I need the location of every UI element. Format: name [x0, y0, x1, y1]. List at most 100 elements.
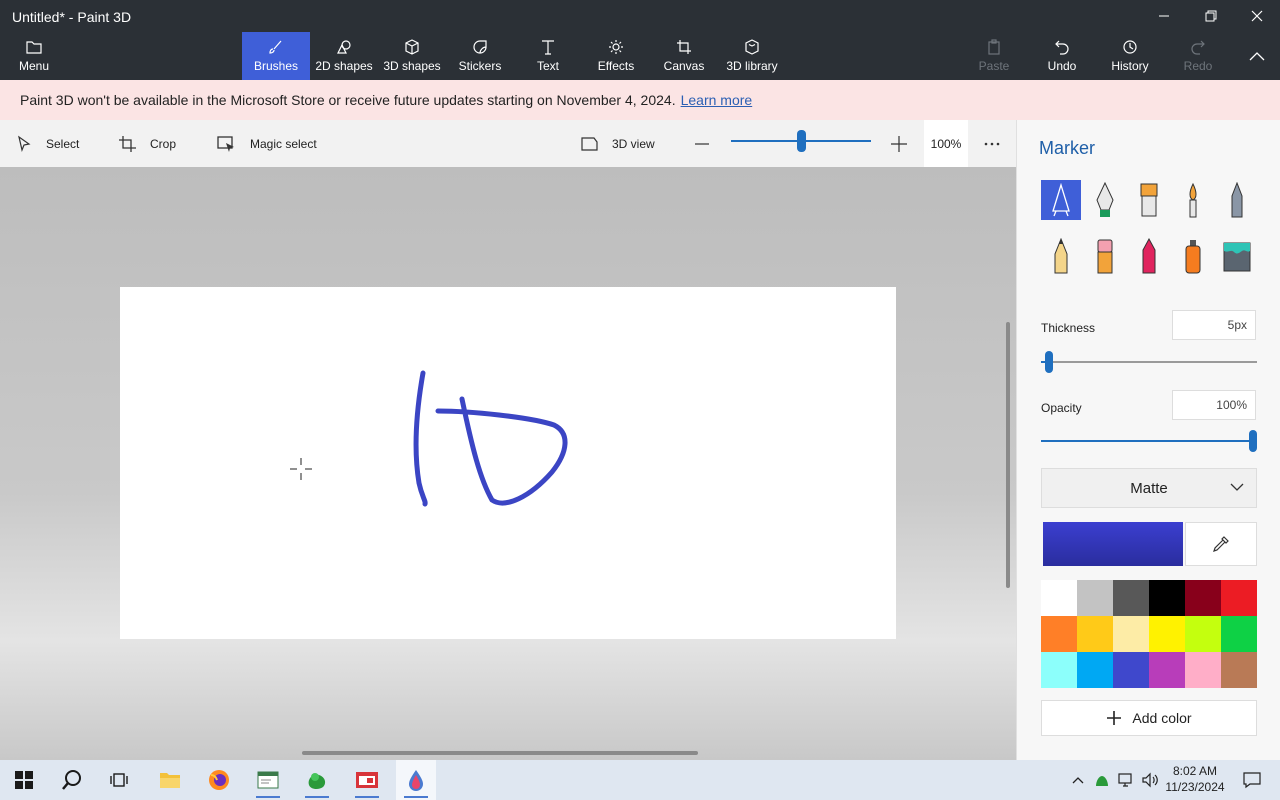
brush-panel: Marker Thickness 5px Opacity 100% Matte … [1016, 120, 1280, 760]
undo-button[interactable]: Undo [1040, 32, 1084, 80]
learn-more-link[interactable]: Learn more [681, 92, 753, 108]
tool-text[interactable]: Text [528, 32, 568, 80]
brush-marker[interactable] [1041, 180, 1081, 220]
restore-button[interactable] [1188, 0, 1234, 32]
clock[interactable]: 8:02 AM 11/23/2024 [1160, 763, 1230, 795]
zoom-out-button[interactable] [694, 120, 722, 167]
brush-crayon[interactable] [1129, 236, 1169, 276]
redo-icon [1191, 40, 1205, 55]
brush-eraser[interactable] [1085, 236, 1125, 276]
palette-swatch[interactable] [1041, 652, 1077, 688]
thickness-slider-thumb[interactable] [1045, 351, 1053, 373]
more-options-button[interactable] [984, 120, 1014, 167]
brush-stroke [435, 396, 568, 506]
tool-3d-shapes[interactable]: 3D shapes [380, 32, 444, 80]
collapse-ribbon-button[interactable] [1234, 38, 1280, 74]
brush-pixel-pen[interactable] [1217, 180, 1257, 220]
brush-watercolor[interactable] [1173, 180, 1213, 220]
horizontal-scrollbar[interactable] [302, 751, 698, 755]
paste-button[interactable]: Paste [972, 32, 1016, 80]
history-button[interactable]: History [1106, 32, 1154, 80]
tool-label: Brushes [253, 59, 299, 73]
palette-swatch[interactable] [1221, 652, 1257, 688]
thickness-label: Thickness [1041, 321, 1096, 335]
brush-pencil[interactable] [1041, 236, 1081, 276]
paste-icon [988, 39, 1000, 55]
minimize-button[interactable] [1141, 0, 1187, 32]
zoom-in-button[interactable] [890, 120, 920, 167]
palette-swatch[interactable] [1077, 580, 1113, 616]
panel-title: Marker [1039, 138, 1096, 158]
zoom-percent[interactable]: 100% [924, 120, 968, 167]
tool-2d-shapes[interactable]: 2D shapes [312, 32, 376, 80]
tool-effects[interactable]: Effects [592, 32, 640, 80]
opacity-input[interactable]: 100% [1172, 390, 1256, 420]
drawing-canvas[interactable] [120, 287, 896, 639]
tray-app-icon-button[interactable] [1092, 760, 1112, 800]
start-button[interactable] [4, 760, 44, 800]
finish-dropdown[interactable]: Matte [1041, 468, 1257, 508]
tool-label: 3D shapes [383, 59, 441, 73]
notepad-button[interactable] [248, 760, 288, 800]
crop-icon [119, 135, 136, 152]
window-title: Untitled* - Paint 3D [12, 9, 132, 25]
palette-swatch[interactable] [1041, 580, 1077, 616]
eyedropper-button[interactable] [1185, 522, 1257, 566]
select-button[interactable]: Select [16, 120, 79, 167]
search-button[interactable] [52, 760, 92, 800]
tool-3d-library[interactable]: 3D library [722, 32, 782, 80]
current-color-swatch[interactable] [1043, 522, 1183, 566]
crop-button[interactable]: Crop [118, 120, 176, 167]
thickness-input[interactable]: 5px [1172, 310, 1256, 340]
slideshow-app-button[interactable] [347, 760, 387, 800]
palette-swatch[interactable] [1185, 652, 1221, 688]
palette-swatch[interactable] [1185, 580, 1221, 616]
palette-swatch[interactable] [1113, 616, 1149, 652]
tool-stickers[interactable]: Stickers [452, 32, 508, 80]
tool-canvas[interactable]: Canvas [660, 32, 708, 80]
palette-swatch[interactable] [1185, 616, 1221, 652]
zoom-slider-thumb[interactable] [797, 130, 806, 152]
3d-view-button[interactable]: 3D view [580, 120, 655, 167]
notifications-button[interactable] [1232, 760, 1272, 800]
palette-swatch[interactable] [1113, 652, 1149, 688]
firefox-button[interactable] [199, 760, 239, 800]
palette-swatch[interactable] [1113, 580, 1149, 616]
tool-brushes[interactable]: Brushes [242, 32, 310, 80]
brush-fill[interactable] [1217, 236, 1257, 276]
palette-swatch[interactable] [1149, 652, 1185, 688]
volume-button[interactable] [1140, 760, 1160, 800]
show-hidden-icons-button[interactable] [1068, 760, 1088, 800]
opacity-slider-thumb[interactable] [1249, 430, 1257, 452]
opacity-slider[interactable] [1041, 430, 1257, 452]
watercolor-icon [1189, 182, 1197, 218]
magic-select-button[interactable]: Magic select [216, 120, 317, 167]
thickness-slider[interactable] [1041, 351, 1257, 373]
task-view-button[interactable] [100, 760, 140, 800]
clock-time: 8:02 AM [1172, 764, 1218, 778]
palette-swatch[interactable] [1221, 616, 1257, 652]
add-color-button[interactable]: Add color [1041, 700, 1257, 736]
paint-3d-button[interactable] [396, 760, 436, 800]
palette-swatch[interactable] [1041, 616, 1077, 652]
network-button[interactable] [1116, 760, 1138, 800]
chevron-down-icon [1230, 483, 1244, 491]
palette-swatch[interactable] [1077, 616, 1113, 652]
brush-oil[interactable] [1129, 180, 1169, 220]
brush-spray-can[interactable] [1173, 236, 1213, 276]
palette-swatch[interactable] [1221, 580, 1257, 616]
magic-select-icon [217, 135, 234, 152]
file-explorer-button[interactable] [150, 760, 190, 800]
crosshair-cursor-icon [290, 458, 312, 480]
vertical-scrollbar[interactable] [1006, 322, 1010, 588]
menu-button[interactable]: Menu [10, 36, 58, 84]
palette-swatch[interactable] [1149, 616, 1185, 652]
close-button[interactable] [1234, 0, 1280, 32]
palette-swatch[interactable] [1149, 580, 1185, 616]
cursor-icon [18, 135, 31, 152]
brush-calligraphy-pen[interactable] [1085, 180, 1125, 220]
app-button[interactable] [297, 760, 337, 800]
task-view-icon [110, 773, 128, 787]
redo-button[interactable]: Redo [1176, 32, 1220, 80]
palette-swatch[interactable] [1077, 652, 1113, 688]
